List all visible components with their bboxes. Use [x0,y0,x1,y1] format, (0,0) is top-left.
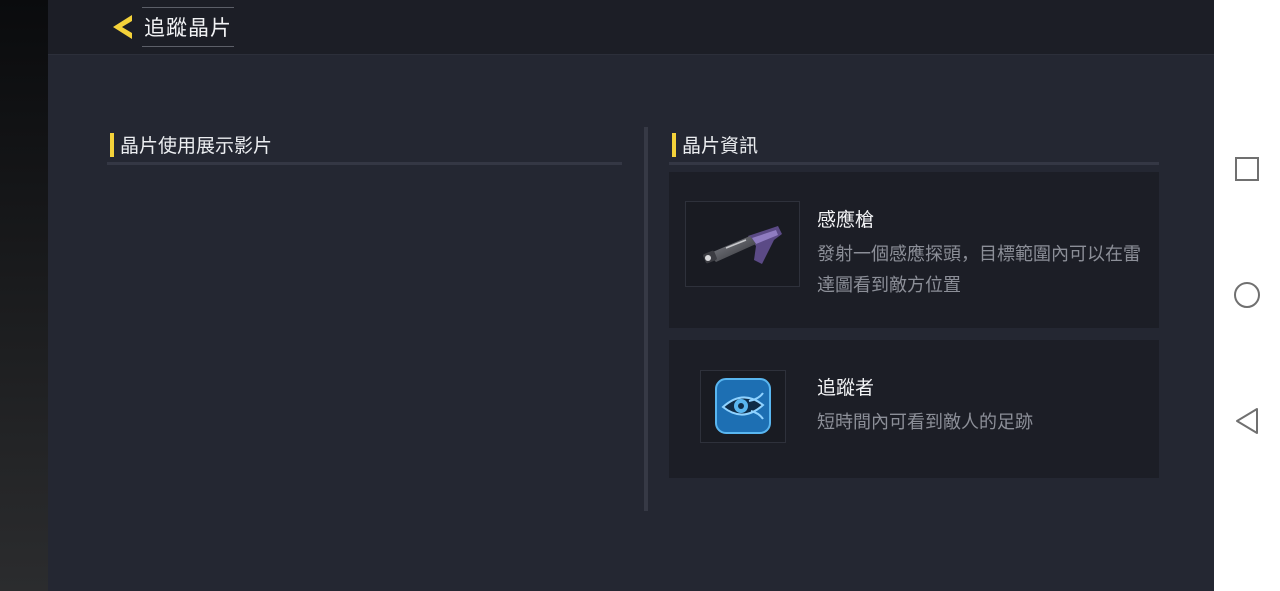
back-button[interactable]: 追蹤晶片 [110,7,244,47]
chevron-left-icon [110,12,136,42]
game-screen: 追蹤晶片 晶片使用展示影片 晶片資訊 感應槍 發射一個感應探頭，目標範圍內可以在… [48,0,1214,591]
video-panel-title: 晶片使用展示影片 [120,135,273,157]
chip-description: 短時間內可看到敵人的足跡 [817,412,1033,433]
chip-info-card[interactable]: 感應槍 發射一個感應探頭，目標範圍內可以在雷達圖看到敵方位置 [669,172,1159,328]
info-panel-header: 晶片資訊 [672,131,758,158]
video-area[interactable] [107,170,622,500]
info-panel-title: 晶片資訊 [682,135,759,157]
chip-name: 追蹤者 [817,377,875,399]
info-panel-underline [669,162,1159,165]
top-bar: 追蹤晶片 [48,0,1214,55]
chip-description: 發射一個感應探頭，目標範圍內可以在雷達圖看到敵方位置 [817,244,1141,296]
panel-divider [644,127,648,511]
page-title: 追蹤晶片 [142,7,234,47]
video-panel-underline [107,162,622,165]
eye-tracker-icon [700,370,786,443]
back-icon[interactable] [1231,405,1263,437]
chip-name: 感應槍 [817,209,875,231]
video-panel-header: 晶片使用展示影片 [110,131,272,158]
sensor-gun-icon [685,201,800,287]
chip-info-card[interactable]: 追蹤者 短時間內可看到敵人的足跡 [669,340,1159,478]
left-edge-strip [0,0,48,591]
recent-apps-icon[interactable] [1231,153,1263,185]
header-accent-mark [672,132,676,157]
system-navigation-bar [1214,0,1280,591]
home-icon[interactable] [1231,279,1263,311]
header-accent-mark [110,132,114,157]
